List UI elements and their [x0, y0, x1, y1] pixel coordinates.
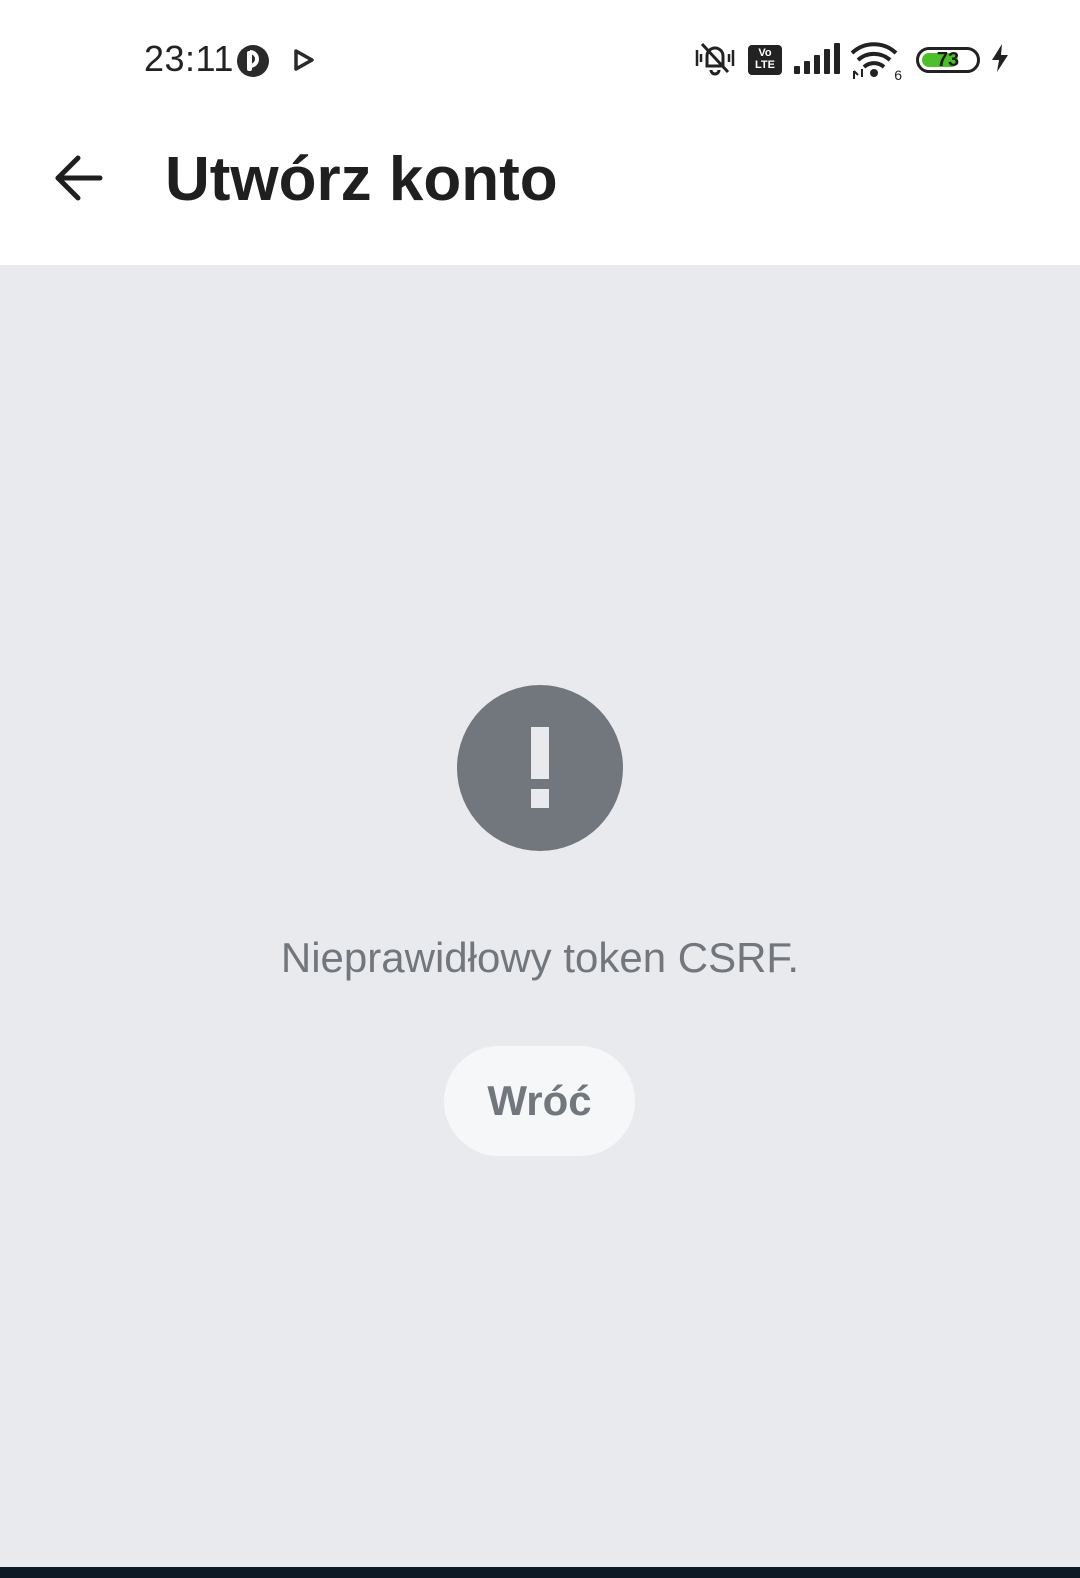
volte-top: Vo [758, 47, 772, 59]
battery-icon: 73 [916, 47, 980, 73]
status-indicators: Vo LTE 6 73 [692, 38, 1010, 83]
battery-level: 73 [936, 49, 960, 71]
charging-icon [990, 43, 1010, 78]
volte-icon: Vo LTE [748, 45, 782, 75]
play-icon [292, 48, 316, 77]
status-time: 23:11 [144, 38, 234, 79]
status-bar: 23:11 Vo LTE 6 73 [0, 0, 1080, 120]
page-title: Utwórz konto [165, 145, 558, 214]
wifi-label: 6 [894, 67, 902, 83]
arrow-left-icon [52, 152, 104, 209]
navigation-bar [0, 1567, 1080, 1578]
app-bar: Utwórz konto [0, 120, 1080, 265]
exclamation-icon [457, 685, 623, 851]
signal-icon [792, 42, 840, 79]
pinterest-icon [236, 44, 270, 83]
error-content: Nieprawidłowy token CSRF. Wróć [0, 265, 1080, 1567]
volte-bottom: LTE [755, 59, 775, 71]
silent-bell-icon [692, 38, 738, 83]
go-back-button[interactable]: Wróć [444, 1046, 635, 1156]
error-message: Nieprawidłowy token CSRF. [280, 934, 800, 981]
wifi-icon: 6 [850, 41, 902, 83]
back-button[interactable] [42, 144, 114, 216]
